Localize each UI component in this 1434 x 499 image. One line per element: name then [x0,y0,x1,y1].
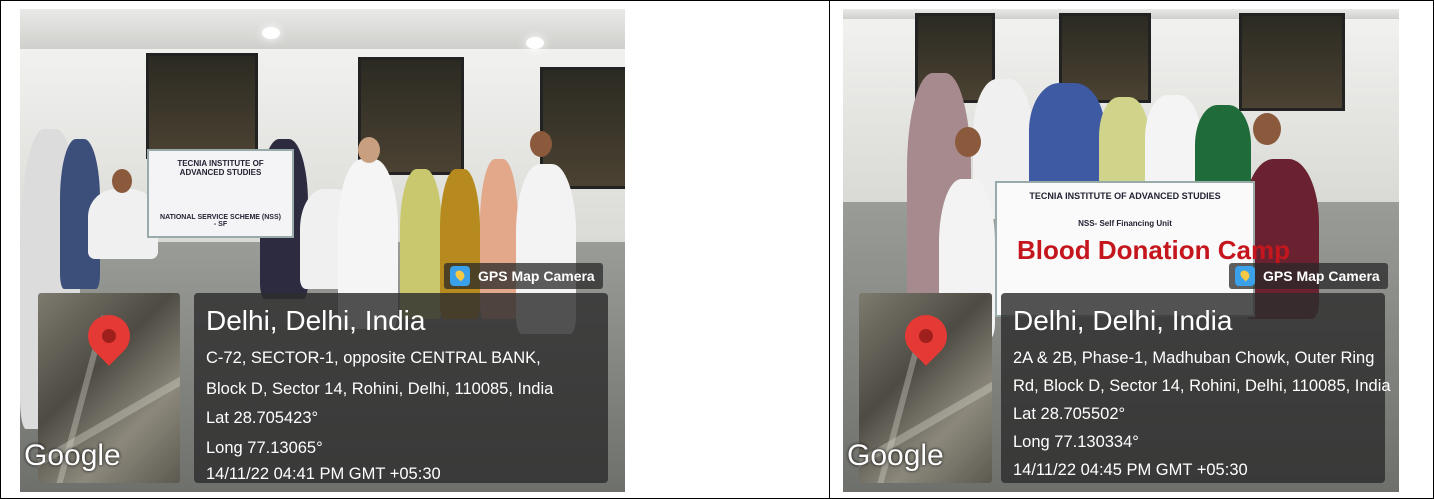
right-photo: TECNIA INSTITUTE OF ADVANCED STUDIES NSS… [843,9,1399,492]
banner-subtitle: NATIONAL SERVICE SCHEME (NSS) - SF [160,214,281,228]
window [1239,13,1345,111]
timestamp: 14/11/22 04:45 PM GMT +05:30 [1013,461,1248,479]
gps-map-camera-label: GPS Map Camera [1263,268,1380,284]
location-pin-icon [896,306,956,366]
nss-banner: TECNIA INSTITUTE OF ADVANCED STUDIES NAT… [147,149,294,238]
banner-title: TECNIA INSTITUTE OF ADVANCED STUDIES [177,159,264,177]
location-info-box: Delhi, Delhi, India 2A & 2B, Phase-1, Ma… [1001,293,1391,483]
google-logo: Google [847,439,944,472]
gps-map-camera-tag: GPS Map Camera [1229,263,1388,289]
address-line-2: Block D, Sector 14, Rohini, Delhi, 11008… [206,380,554,398]
location-city: Delhi, Delhi, India [206,305,426,336]
gps-map-camera-tag: GPS Map Camera [444,263,603,289]
left-photo: TECNIA INSTITUTE OF ADVANCED STUDIES NAT… [20,9,625,492]
google-logo: Google [24,439,121,472]
address-line-2: Rd, Block D, Sector 14, Rohini, Delhi, 1… [1013,377,1391,395]
latitude: Lat 28.705423° [206,409,319,427]
gps-map-camera-label: GPS Map Camera [478,268,595,284]
longitude: Long 77.130334° [1013,433,1139,451]
gps-map-camera-icon [1235,266,1255,286]
address-line-1: C-72, SECTOR-1, opposite CENTRAL BANK, [206,349,541,367]
timestamp: 14/11/22 04:41 PM GMT +05:30 [206,465,441,483]
location-city: Delhi, Delhi, India [1013,305,1233,336]
window [146,53,258,159]
banner-subtitle: NSS- Self Financing Unit [1078,219,1172,228]
address-line-1: 2A & 2B, Phase-1, Madhuban Chowk, Outer … [1013,349,1375,367]
banner-headline: Blood Donation Camp [1017,235,1290,265]
gps-map-camera-icon [450,266,470,286]
location-info-box: Delhi, Delhi, India C-72, SECTOR-1, oppo… [194,293,608,483]
banner-title: TECNIA INSTITUTE OF ADVANCED STUDIES [1029,191,1221,201]
latitude: Lat 28.705502° [1013,405,1126,423]
longitude: Long 77.13065° [206,439,323,457]
location-pin-icon [79,306,139,366]
